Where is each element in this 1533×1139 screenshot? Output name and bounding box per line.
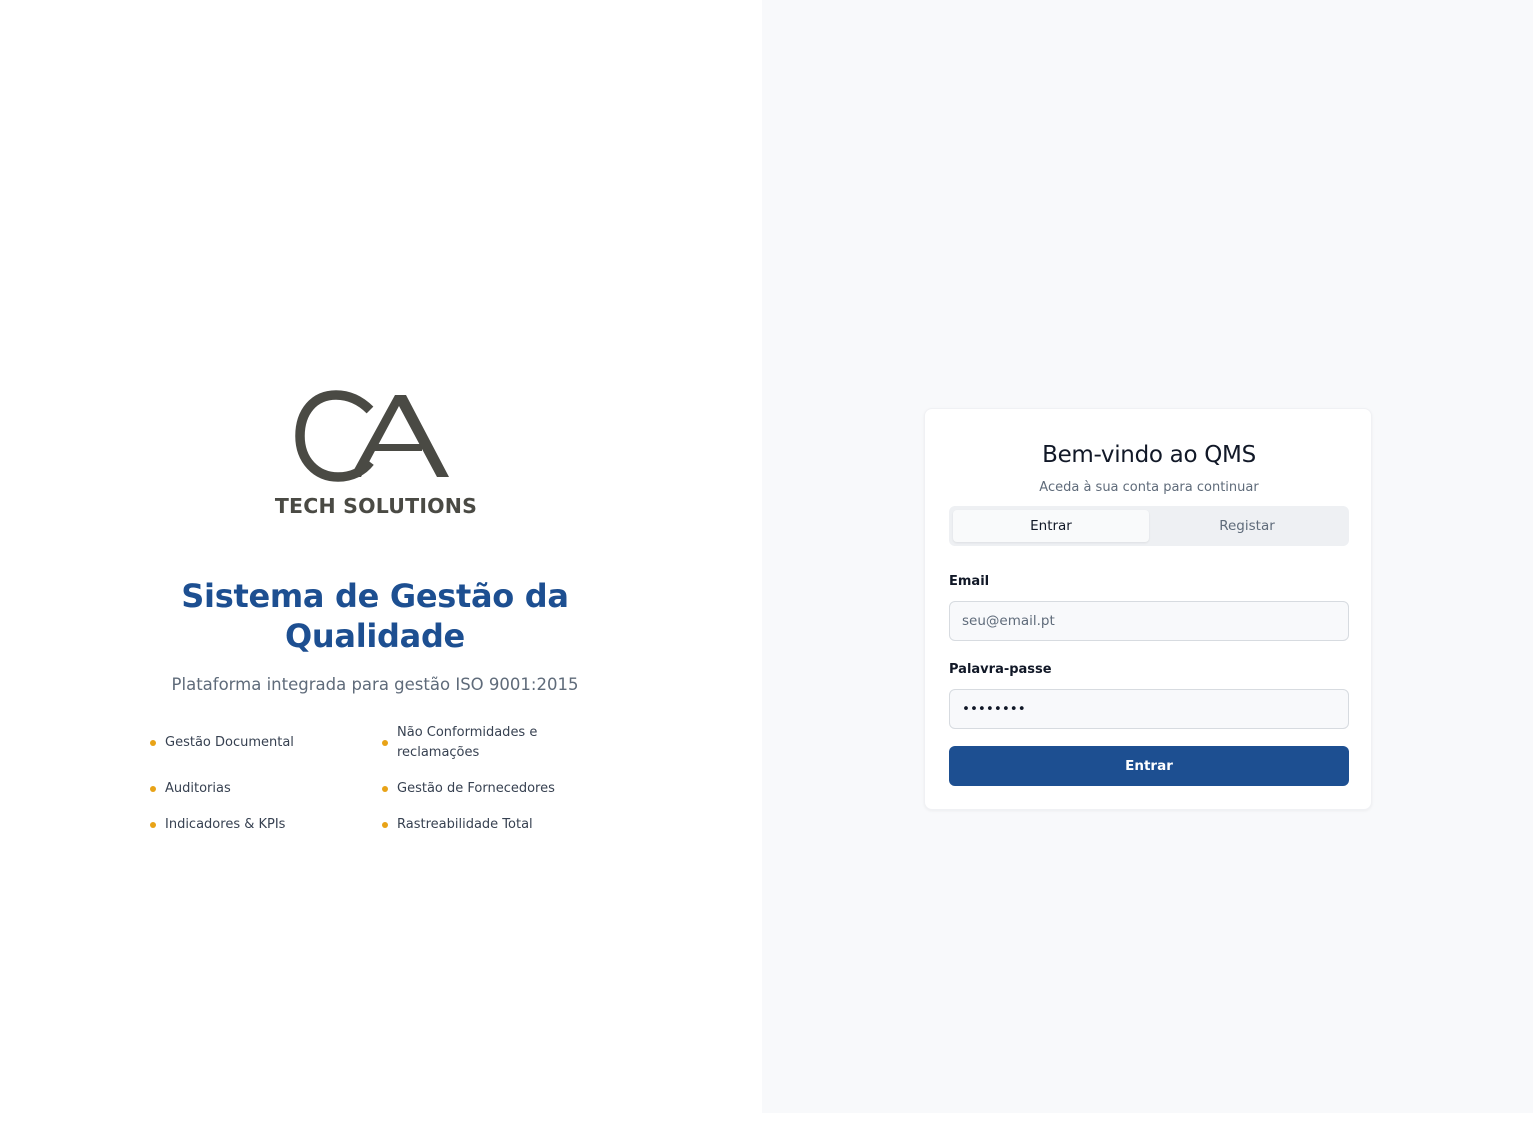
brand-panel: TECH SOLUTIONS Sistema de Gestão da Qual… — [0, 0, 762, 1139]
email-field[interactable] — [949, 601, 1349, 641]
login-card: Bem-vindo ao QMS Aceda à sua conta para … — [924, 408, 1372, 810]
password-label: Palavra-passe — [949, 662, 1052, 677]
feature-item: Gestão Documental — [150, 733, 370, 753]
bullet-dot-icon — [382, 786, 388, 792]
feature-item: Auditorias — [150, 779, 370, 799]
bullet-dot-icon — [150, 740, 156, 746]
ca-monogram-logo — [295, 390, 449, 482]
page-subtitle: Plataforma integrada para gestão ISO 900… — [171, 675, 579, 694]
login-title: Bem-vindo ao QMS — [1042, 442, 1256, 468]
tab-register[interactable]: Registar — [1149, 510, 1345, 542]
bullet-dot-icon — [150, 786, 156, 792]
password-field[interactable] — [949, 689, 1349, 729]
bullet-dot-icon — [150, 822, 156, 828]
page-headline: Sistema de Gestão da Qualidade — [181, 577, 569, 655]
signin-button[interactable]: Entrar — [949, 746, 1349, 786]
feature-item: Não Conformidades e reclamações — [382, 723, 562, 763]
tab-signin[interactable]: Entrar — [953, 510, 1149, 542]
feature-item: Rastreabilidade Total — [382, 815, 582, 835]
feature-item: Gestão de Fornecedores — [382, 779, 582, 799]
bullet-dot-icon — [382, 740, 388, 746]
email-label: Email — [949, 574, 990, 589]
bullet-dot-icon — [382, 822, 388, 828]
feature-item: Indicadores & KPIs — [150, 815, 370, 835]
login-subtitle: Aceda à sua conta para continuar — [1039, 480, 1259, 495]
company-logo: TECH SOLUTIONS — [262, 388, 490, 523]
auth-tabs: Entrar Registar — [949, 506, 1349, 546]
logo-wordmark: TECH SOLUTIONS — [274, 494, 478, 518]
